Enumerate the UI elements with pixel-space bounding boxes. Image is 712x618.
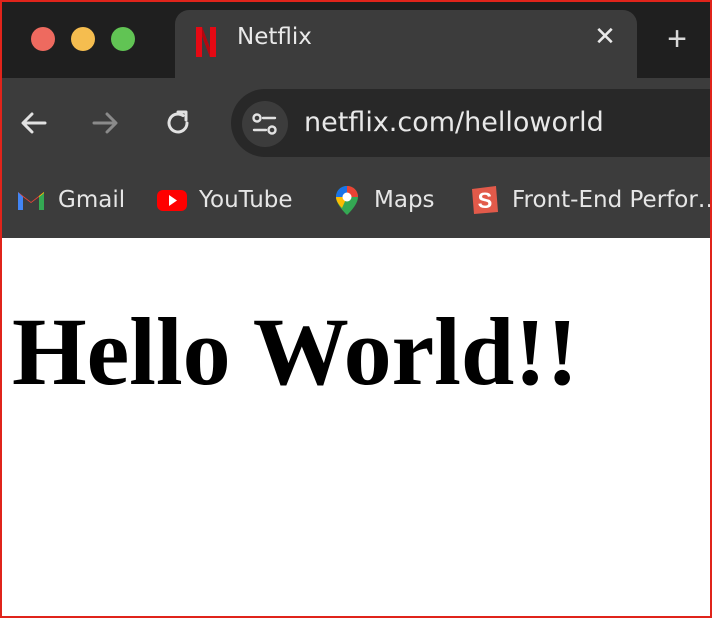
url-text[interactable]: netflix.com/helloworld	[304, 107, 604, 138]
netflix-logo-icon	[193, 26, 219, 58]
bookmarks-bar: Gmail YouTube Maps S Front-End Perfor…	[2, 166, 712, 238]
gmail-icon	[14, 183, 48, 217]
browser-window: Netflix ✕ + netflix.com/helloworld Gmail…	[0, 0, 712, 618]
tab-strip: Netflix ✕ +	[2, 2, 710, 78]
tab-title: Netflix	[237, 24, 312, 50]
bookmark-label: Maps	[374, 187, 435, 213]
window-close-button[interactable]	[31, 27, 55, 51]
page-content: Hello World!!	[2, 238, 710, 616]
toolbar: netflix.com/helloworld	[2, 78, 710, 166]
tab-netflix[interactable]: Netflix ✕	[175, 10, 637, 78]
svg-text:S: S	[478, 188, 493, 213]
bookmark-youtube[interactable]: YouTube	[155, 182, 293, 218]
tab-close-icon[interactable]: ✕	[591, 22, 619, 50]
address-bar[interactable]: netflix.com/helloworld	[231, 89, 710, 157]
bookmark-front-end-performance[interactable]: S Front-End Perfor…	[468, 182, 712, 218]
bookmark-label: Gmail	[58, 187, 126, 213]
page-heading: Hello World!!	[12, 298, 579, 405]
maps-icon	[330, 183, 364, 217]
bookmark-label: YouTube	[199, 187, 293, 213]
back-arrow-icon[interactable]	[19, 108, 49, 138]
bookmark-s-icon: S	[468, 183, 502, 217]
bookmark-label: Front-End Perfor…	[512, 187, 712, 213]
new-tab-button[interactable]: +	[659, 22, 695, 58]
window-maximize-button[interactable]	[111, 27, 135, 51]
site-info-icon[interactable]	[242, 101, 288, 147]
bookmark-maps[interactable]: Maps	[330, 182, 435, 218]
bookmark-gmail[interactable]: Gmail	[14, 182, 125, 218]
browser-chrome: Netflix ✕ + netflix.com/helloworld Gmail…	[2, 2, 712, 238]
reload-icon[interactable]	[163, 108, 193, 138]
window-minimize-button[interactable]	[71, 27, 95, 51]
forward-arrow-icon[interactable]	[90, 108, 120, 138]
youtube-icon	[155, 183, 189, 217]
